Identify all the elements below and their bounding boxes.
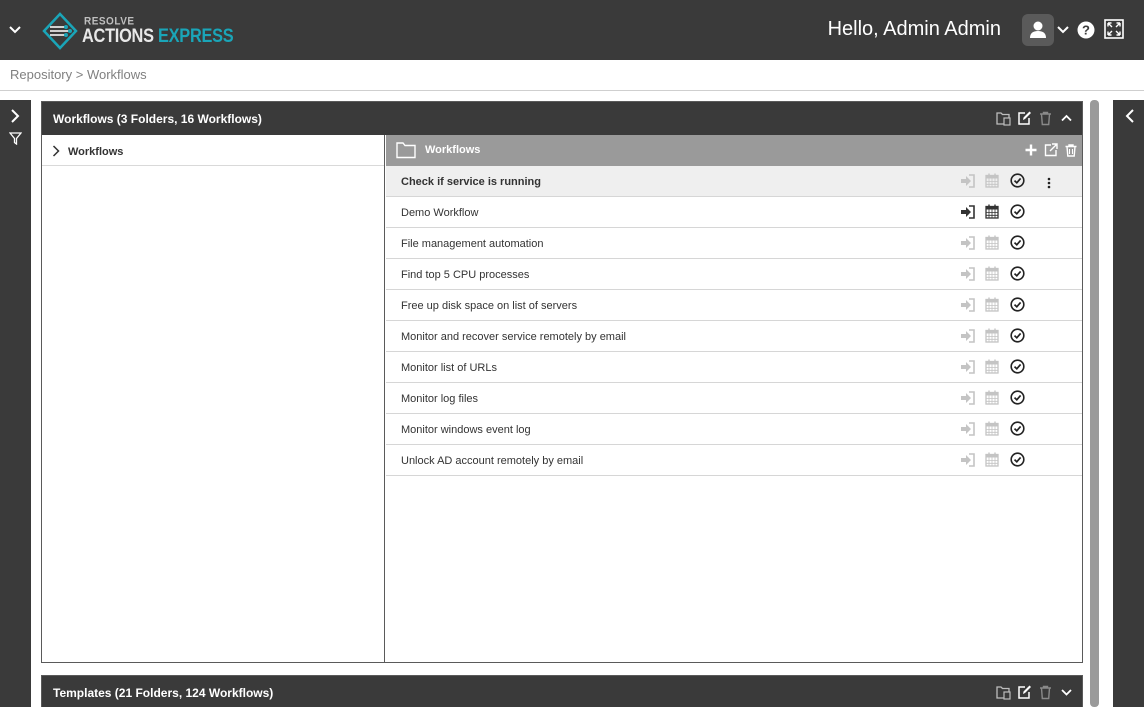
svg-text:?: ? [1082,23,1090,38]
table-row[interactable]: Monitor and recover service remotely by … [386,321,1082,352]
divider [0,90,1144,91]
chevron-down-icon[interactable] [6,20,24,38]
check-circle-icon[interactable] [1010,266,1025,281]
chevron-left-icon[interactable] [1123,109,1137,123]
workflow-list-title: Workflows [425,144,481,156]
tree-item-label: Workflows [68,146,124,158]
workflow-name[interactable]: Monitor and recover service remotely by … [401,331,626,343]
fullscreen-icon[interactable] [1104,19,1124,39]
trash-icon[interactable] [1038,684,1053,700]
run-icon[interactable] [960,422,975,436]
chevron-down-icon[interactable] [1056,22,1070,36]
edit-icon[interactable] [1017,684,1032,700]
table-row[interactable]: Monitor list of URLs [386,352,1082,383]
trash-icon[interactable] [1064,143,1078,157]
workflow-name[interactable]: Unlock AD account remotely by email [401,455,583,467]
logo-wordmark: ACTIONS EXPRESS [82,26,234,47]
calendar-icon[interactable] [985,204,999,219]
check-circle-icon[interactable] [1010,297,1025,312]
tree-item-workflows[interactable]: Workflows [42,135,384,166]
check-circle-icon[interactable] [1010,452,1025,467]
run-icon[interactable] [960,298,975,312]
new-folder-icon[interactable] [996,110,1011,126]
table-row[interactable]: Demo Workflow [386,197,1082,228]
workflow-name[interactable]: File management automation [401,238,543,250]
check-circle-icon[interactable] [1010,390,1025,405]
table-row[interactable]: Find top 5 CPU processes [386,259,1082,290]
chevron-up-icon[interactable] [1059,110,1074,126]
calendar-icon[interactable] [985,173,999,188]
run-icon[interactable] [960,391,975,405]
vertical-scrollbar[interactable] [1090,100,1099,707]
calendar-icon[interactable] [985,235,999,250]
greeting: Hello, Admin Admin [827,18,1001,40]
check-circle-icon[interactable] [1010,359,1025,374]
trash-icon[interactable] [1038,110,1053,126]
check-circle-icon[interactable] [1010,204,1025,219]
chevron-down-icon[interactable] [1059,684,1074,700]
calendar-icon[interactable] [985,390,999,405]
workflows-panel-title: Workflows (3 Folders, 16 Workflows) [53,112,262,126]
run-icon[interactable] [960,236,975,250]
calendar-icon[interactable] [985,421,999,436]
top-bar: RESOLVE ACTIONS EXPRESS Hello, Admin Adm… [0,0,1144,60]
right-sidebar-collapsed [1113,100,1144,707]
folder-icon [396,141,416,159]
workflow-list-header: Workflows [386,135,1082,166]
calendar-icon[interactable] [985,266,999,281]
table-row[interactable]: Check if service is running [386,166,1082,197]
calendar-icon[interactable] [985,297,999,312]
run-icon[interactable] [960,205,975,219]
check-circle-icon[interactable] [1010,173,1025,188]
calendar-icon[interactable] [985,359,999,374]
table-row[interactable]: Unlock AD account remotely by email [386,445,1082,476]
breadcrumb[interactable]: Repository > Workflows [10,67,147,82]
logo: RESOLVE ACTIONS EXPRESS [42,12,234,50]
check-circle-icon[interactable] [1010,421,1025,436]
chevron-right-icon[interactable] [50,144,62,157]
check-circle-icon[interactable] [1010,235,1025,250]
workflows-panel: Workflows (3 Folders, 16 Workflows) Work… [41,101,1083,663]
help-icon[interactable]: ? [1077,21,1095,39]
plus-icon[interactable] [1024,143,1038,157]
filter-icon[interactable] [8,132,23,146]
calendar-icon[interactable] [985,328,999,343]
workflow-name[interactable]: Free up disk space on list of servers [401,300,577,312]
table-row[interactable]: File management automation [386,228,1082,259]
workflow-name[interactable]: Monitor list of URLs [401,362,497,374]
new-folder-icon[interactable] [996,684,1011,700]
run-icon[interactable] [960,360,975,374]
templates-panel: Templates (21 Folders, 124 Workflows) [41,675,1083,707]
table-row[interactable]: Free up disk space on list of servers [386,290,1082,321]
run-icon[interactable] [960,453,975,467]
edit-icon[interactable] [1017,110,1032,126]
run-icon[interactable] [960,329,975,343]
table-row[interactable]: Monitor log files [386,383,1082,414]
external-link-icon[interactable] [1044,143,1058,157]
user-icon [1030,21,1046,38]
workflow-name[interactable]: Check if service is running [401,176,541,188]
workflow-name[interactable]: Monitor windows event log [401,424,531,436]
check-circle-icon[interactable] [1010,328,1025,343]
left-sidebar-collapsed [0,100,31,707]
run-icon[interactable] [960,267,975,281]
workflows-panel-header: Workflows (3 Folders, 16 Workflows) [42,102,1082,135]
calendar-icon[interactable] [985,452,999,467]
templates-panel-title: Templates (21 Folders, 124 Workflows) [53,686,274,700]
workflow-list: Workflows Check if service is running Dem… [386,135,1082,662]
workflow-name[interactable]: Find top 5 CPU processes [401,269,529,281]
user-menu-button[interactable] [1022,14,1054,46]
workflow-name[interactable]: Monitor log files [401,393,478,405]
workflow-rows: Check if service is running Demo Workflow… [386,166,1082,476]
folder-tree: Workflows [42,135,385,662]
more-vertical-icon[interactable] [1045,176,1053,190]
workflow-name[interactable]: Demo Workflow [401,207,478,219]
table-row[interactable]: Monitor windows event log [386,414,1082,445]
chevron-right-icon[interactable] [8,109,22,123]
run-icon[interactable] [960,174,975,188]
